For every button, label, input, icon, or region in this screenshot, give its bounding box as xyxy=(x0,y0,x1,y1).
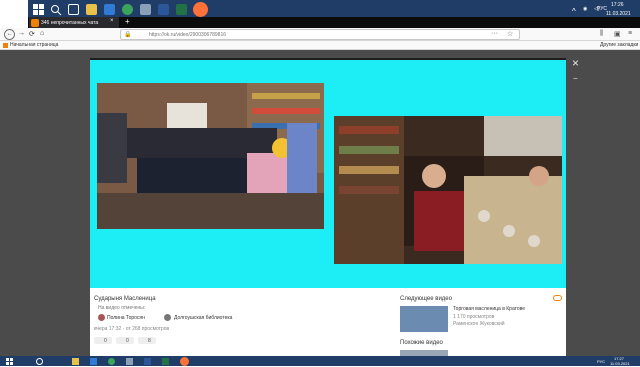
forward-icon[interactable]: → xyxy=(18,30,25,37)
avatar xyxy=(98,314,105,321)
firefox-icon[interactable] xyxy=(193,2,208,17)
mail-icon-bottom[interactable] xyxy=(90,358,97,365)
browser-icon[interactable] xyxy=(122,4,133,15)
task-view-icon[interactable] xyxy=(68,4,79,15)
url-bar[interactable]: https://ok.ru/video/2900306789816 xyxy=(120,29,520,40)
group-tag[interactable]: Долгоушская библиотека xyxy=(174,315,232,321)
next-video-views: 1 170 просмотров xyxy=(453,314,495,320)
excel-icon[interactable] xyxy=(176,4,187,15)
windows-start-icon-bottom[interactable] xyxy=(6,358,13,365)
ok-favicon-icon xyxy=(31,19,39,27)
library-icon[interactable]: ⫼ xyxy=(600,30,603,38)
search-icon[interactable] xyxy=(50,4,62,16)
video-title: Сударыня Масленица xyxy=(94,296,156,302)
close-icon[interactable]: × xyxy=(572,56,579,70)
marked-label: На видео отмечены: xyxy=(98,305,146,311)
tab-title: 346 непрочитанных чата xyxy=(41,20,99,26)
mail-icon[interactable] xyxy=(104,4,115,15)
tray-lang-bottom[interactable]: РУС xyxy=(597,359,605,364)
firefox-icon-bottom[interactable] xyxy=(180,357,189,366)
bookmarks-bar xyxy=(0,41,640,50)
similar-videos-label: Похожие видео xyxy=(400,340,443,346)
screen-edge xyxy=(0,0,28,20)
home-icon[interactable]: ⌂ xyxy=(40,30,44,37)
sidebar-icon[interactable]: ▣ xyxy=(614,30,621,38)
tray-chevron-icon[interactable]: ^ xyxy=(572,7,576,16)
menu-icon[interactable]: ≡ xyxy=(628,30,632,37)
bookmark-other[interactable]: Другие закладки xyxy=(600,42,638,48)
next-video-title[interactable]: Торговая масленица в Кратове xyxy=(453,306,525,312)
reload-icon[interactable]: ⟳ xyxy=(29,30,35,38)
back-icon[interactable]: ← xyxy=(4,29,15,40)
autoplay-toggle[interactable] xyxy=(553,295,562,301)
page-actions-icon[interactable]: ··· xyxy=(491,30,498,37)
url-text: https://ok.ru/video/2900306789816 xyxy=(149,32,227,38)
new-tab-icon[interactable]: + xyxy=(125,17,130,26)
bookmark-favicon-icon xyxy=(3,43,8,48)
file-explorer-icon-bottom[interactable] xyxy=(72,358,79,365)
person-tag[interactable]: Полина Торосян xyxy=(107,315,145,321)
bookmark-star-icon[interactable]: ☆ xyxy=(507,30,513,38)
photo-children-library xyxy=(97,83,324,229)
tray-time[interactable]: 17:26 xyxy=(611,2,624,8)
windows-start-icon[interactable] xyxy=(33,4,44,15)
next-video-label: Следующее видео xyxy=(400,296,452,302)
class-button[interactable]: 8 xyxy=(138,337,156,344)
tray-date-bottom[interactable]: 11.03.2021 xyxy=(610,361,630,366)
tab-close-icon[interactable]: × xyxy=(110,18,114,24)
next-video-channel[interactable]: Раменское Жуковский xyxy=(453,321,505,327)
lock-icon[interactable]: 🔒 xyxy=(124,31,131,38)
photo-women-table xyxy=(334,116,562,264)
comment-button[interactable]: 0 xyxy=(94,337,112,344)
share-button[interactable]: 0 xyxy=(116,337,134,344)
search-icon-bottom[interactable] xyxy=(36,358,43,365)
browser-icon-bottom[interactable] xyxy=(108,358,115,365)
network-icon[interactable]: ◉ xyxy=(583,6,587,12)
minimize-icon[interactable]: − xyxy=(573,74,578,83)
word-icon-bottom[interactable] xyxy=(144,358,151,365)
video-meta: вчера 17:32 · от 268 просмотров xyxy=(94,326,170,332)
app-icon-bottom[interactable] xyxy=(126,358,133,365)
word-icon[interactable] xyxy=(158,4,169,15)
next-video-thumbnail[interactable] xyxy=(400,306,448,332)
excel-icon-bottom[interactable] xyxy=(162,358,169,365)
app-icon[interactable] xyxy=(140,4,151,15)
group-avatar xyxy=(164,314,171,321)
file-explorer-icon[interactable] xyxy=(86,4,97,15)
bookmark-start-page[interactable]: Начальная страница xyxy=(10,42,58,48)
